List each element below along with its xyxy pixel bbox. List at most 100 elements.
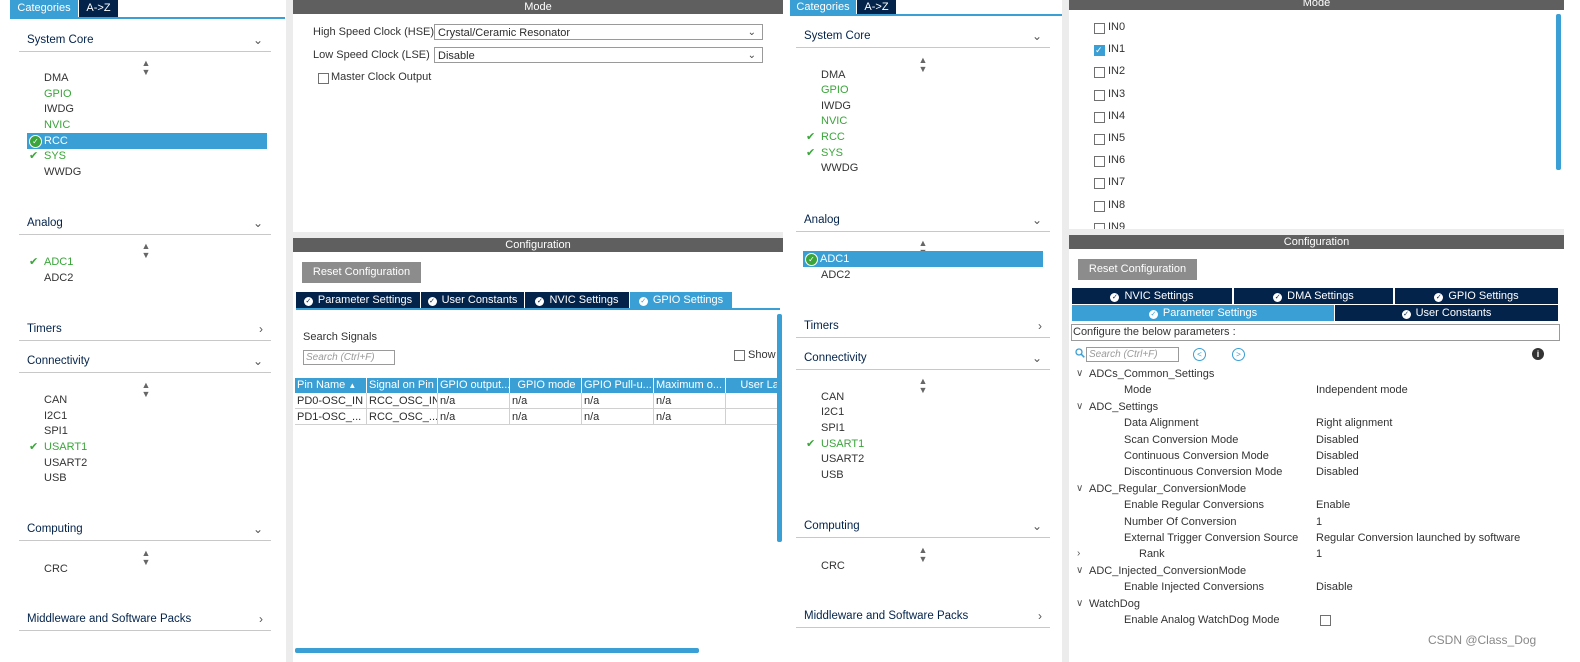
parameter-value[interactable]: Disabled — [1316, 432, 1359, 448]
tab-nvic-settings[interactable]: ✓ NVIC Settings — [525, 292, 629, 308]
previous-match-icon[interactable]: < — [1193, 348, 1206, 361]
sidebar-item-crc[interactable]: CRC — [44, 561, 244, 577]
sidebar-item-nvic[interactable]: NVIC — [821, 113, 1021, 129]
tab-user-constants[interactable]: ✓ User Constants — [1335, 305, 1558, 321]
sidebar-item-crc[interactable]: CRC — [821, 558, 1021, 574]
sidebar-item-gpio[interactable]: GPIO — [44, 86, 244, 102]
sidebar-item-spi1[interactable]: SPI1 — [44, 423, 244, 439]
adc-input-row[interactable]: IN9 — [1094, 220, 1234, 229]
category-analog[interactable]: Analog ⌄ — [19, 212, 271, 235]
parameter-row[interactable]: Enable Analog WatchDog Mode — [1069, 612, 1564, 628]
parameter-value[interactable]: Regular Conversion launched by software — [1316, 530, 1520, 546]
sidebar-item-usart1[interactable]: USART1 — [821, 436, 1021, 452]
column-header-maximum[interactable]: Maximum o... — [654, 378, 726, 393]
sidebar-item-adc1[interactable]: ADC1 — [44, 254, 244, 270]
lse-select[interactable]: Disable ⌄ — [434, 47, 763, 63]
adc-input-checkbox[interactable] — [1094, 89, 1105, 101]
adc-input-checkbox[interactable] — [1094, 200, 1105, 212]
adc-input-checkbox[interactable] — [1094, 67, 1105, 79]
parameter-row[interactable]: Discontinuous Conversion Mode Disabled — [1069, 464, 1564, 480]
adc-input-row[interactable]: IN3 — [1094, 87, 1234, 103]
column-header-user-label[interactable]: User Lab — [726, 378, 777, 393]
vertical-scrollbar[interactable] — [1556, 14, 1561, 170]
tab-gpio-settings[interactable]: ✓ GPIO Settings — [1395, 288, 1558, 304]
sidebar-item-can[interactable]: CAN — [821, 389, 1021, 405]
sidebar-item-spi1[interactable]: SPI1 — [821, 420, 1021, 436]
adc-input-row[interactable]: IN5 — [1094, 131, 1234, 147]
horizontal-scrollbar[interactable] — [295, 648, 699, 653]
sidebar-item-usb[interactable]: USB — [821, 467, 1021, 483]
column-header-gpio-output[interactable]: GPIO output... — [438, 378, 510, 393]
sidebar-item-usart1[interactable]: USART1 — [44, 439, 244, 455]
vertical-scrollbar[interactable] — [777, 314, 782, 542]
info-icon[interactable]: i — [1532, 348, 1544, 360]
adc-input-row[interactable]: IN6 — [1094, 153, 1234, 169]
category-computing[interactable]: Computing ⌄ — [19, 518, 271, 541]
sidebar-item-sys[interactable]: SYS — [821, 145, 1021, 161]
watchdog-checkbox[interactable] — [1320, 615, 1331, 626]
adc-input-checkbox[interactable] — [1094, 111, 1105, 123]
sidebar-item-i2c1[interactable]: I2C1 — [44, 408, 244, 424]
parameter-value[interactable]: Disable — [1316, 579, 1353, 595]
adc-input-checkbox[interactable] — [1094, 134, 1105, 145]
adc-input-row[interactable]: IN7 — [1094, 175, 1234, 191]
adc-input-row[interactable]: IN0 — [1094, 20, 1234, 36]
parameter-value[interactable]: Right alignment — [1316, 415, 1392, 431]
category-system-core[interactable]: System Core ⌄ — [796, 25, 1050, 48]
chevron-down-icon[interactable]: ∨ — [1076, 481, 1083, 497]
tab-gpio-settings[interactable]: ✓ GPIO Settings — [630, 292, 732, 308]
chevron-down-icon[interactable]: ∨ — [1076, 596, 1083, 612]
category-middleware[interactable]: Middleware and Software Packs › — [796, 605, 1050, 628]
mco-checkbox[interactable] — [318, 73, 329, 84]
parameter-value[interactable]: 1 — [1316, 514, 1322, 530]
search-icon[interactable] — [1075, 348, 1085, 358]
parameter-group[interactable]: ∨ ADC_Injected_ConversionMode — [1069, 563, 1564, 579]
parameter-row[interactable]: Enable Injected Conversions Disable — [1069, 579, 1564, 595]
tab-user-constants[interactable]: ✓ User Constants — [421, 292, 524, 308]
sidebar-item-usart2[interactable]: USART2 — [44, 455, 244, 471]
category-connectivity[interactable]: Connectivity ⌄ — [19, 350, 271, 373]
chevron-down-icon[interactable]: ∨ — [1076, 399, 1083, 415]
sidebar-item-i2c1[interactable]: I2C1 — [821, 404, 1021, 420]
tab-dma-settings[interactable]: ✓ DMA Settings — [1234, 288, 1393, 304]
parameter-value[interactable]: 1 — [1316, 546, 1322, 562]
hse-select[interactable]: Crystal/Ceramic Resonator ⌄ — [434, 24, 763, 40]
sidebar-item-dma[interactable]: DMA — [44, 70, 244, 86]
chevron-down-icon[interactable]: ∨ — [1076, 366, 1083, 382]
category-timers[interactable]: Timers › — [796, 315, 1050, 338]
adc-input-checkbox[interactable] — [1094, 156, 1105, 168]
sidebar-item-usart2[interactable]: USART2 — [821, 451, 1021, 467]
parameter-row[interactable]: Number Of Conversion 1 — [1069, 514, 1564, 530]
sidebar-item-nvic[interactable]: NVIC — [44, 117, 244, 133]
sidebar-item-adc1[interactable]: ✓ ADC1 — [803, 251, 1043, 267]
column-header-signal[interactable]: Signal on Pin — [367, 378, 438, 393]
chevron-right-icon[interactable]: › — [1077, 546, 1080, 562]
adc-input-row[interactable]: IN4 — [1094, 109, 1234, 125]
parameter-row[interactable]: › Rank 1 — [1069, 546, 1564, 562]
adc-input-checkbox[interactable] — [1094, 44, 1105, 57]
tab-a-to-z[interactable]: A->Z — [857, 0, 896, 14]
sidebar-item-iwdg[interactable]: IWDG — [44, 101, 244, 117]
sidebar-item-wwdg[interactable]: WWDG — [44, 164, 244, 180]
sidebar-item-sys[interactable]: SYS — [44, 148, 244, 164]
parameter-row[interactable]: Continuous Conversion Mode Disabled — [1069, 448, 1564, 464]
parameter-value[interactable]: Disabled — [1316, 448, 1359, 464]
splitter[interactable] — [286, 0, 293, 662]
sidebar-item-rcc[interactable]: RCC — [821, 129, 1021, 145]
adc-input-row[interactable]: IN1 — [1094, 42, 1234, 58]
tab-categories[interactable]: Categories — [790, 0, 856, 14]
sidebar-item-wwdg[interactable]: WWDG — [821, 160, 1021, 176]
tab-parameter-settings[interactable]: ✓ Parameter Settings — [296, 292, 420, 308]
adc-input-checkbox[interactable] — [1094, 23, 1105, 34]
parameter-search-input[interactable]: Search (Ctrl+F) — [1086, 347, 1179, 362]
category-analog[interactable]: Analog ⌄ — [796, 209, 1050, 232]
parameter-row[interactable]: Enable Regular Conversions Enable — [1069, 497, 1564, 513]
adc-input-checkbox[interactable] — [1094, 178, 1105, 190]
show-checkbox[interactable] — [734, 350, 745, 361]
tab-parameter-settings[interactable]: ✓ Parameter Settings — [1072, 305, 1334, 321]
column-header-pin-name[interactable]: Pin Name ▲ — [295, 378, 367, 393]
parameter-group[interactable]: ∨ WatchDog — [1069, 596, 1564, 612]
next-match-icon[interactable]: > — [1232, 348, 1245, 361]
parameter-group[interactable]: ∨ ADC_Regular_ConversionMode — [1069, 481, 1564, 497]
chevron-down-icon[interactable]: ∨ — [1076, 563, 1083, 579]
